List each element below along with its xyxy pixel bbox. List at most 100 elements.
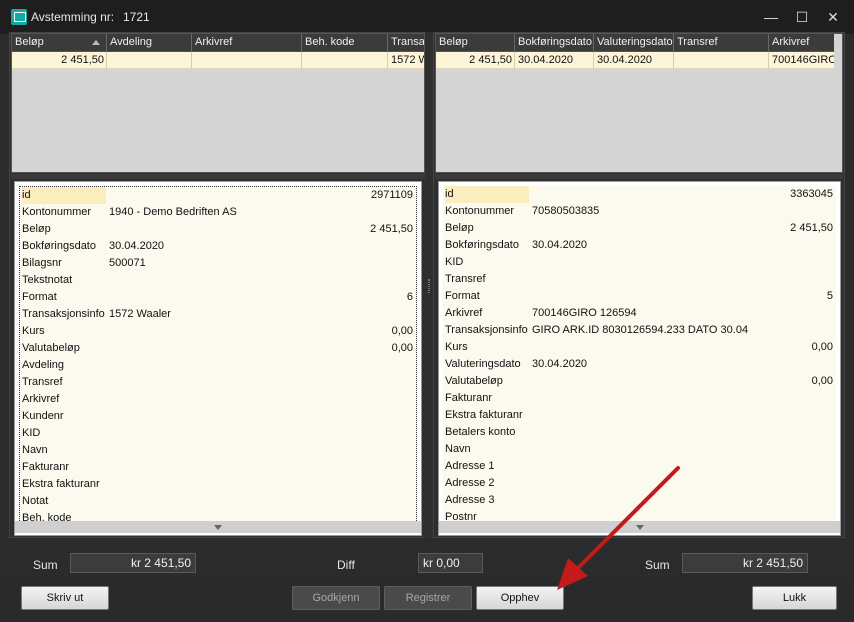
list-item[interactable]: Fakturanr: [443, 390, 836, 407]
close-button[interactable]: Lukk: [752, 586, 837, 610]
left-col-avdeling[interactable]: Avdeling: [107, 34, 192, 52]
list-item[interactable]: Transref: [20, 374, 416, 391]
list-item[interactable]: Kundenr: [20, 408, 416, 425]
button-bar: Skriv ut Godkjenn Registrer Opphev Lukk: [0, 580, 854, 622]
right-detail-panel[interactable]: id 3363045 Kontonummer 70580503835 Beløp 2 45…: [438, 181, 841, 536]
right-horizontal-splitter[interactable]: [435, 174, 843, 179]
left-detail-panel[interactable]: id 2971109 Kontonummer 1940 - Demo Bedrifte…: [14, 181, 422, 536]
list-item[interactable]: Avdeling: [20, 357, 416, 374]
property-label: Kurs: [445, 341, 468, 353]
list-item[interactable]: KID: [443, 254, 836, 271]
property-label: Navn: [445, 443, 471, 455]
list-item[interactable]: id 2971109: [20, 187, 416, 204]
right-col-arkivref[interactable]: Arkivref: [769, 34, 836, 52]
property-value: 70580503835: [532, 205, 600, 217]
property-value: 0,00: [811, 341, 833, 353]
property-label: Fakturanr: [445, 392, 493, 404]
list-item[interactable]: Bokføringsdato 30.04.2020: [20, 238, 416, 255]
list-item[interactable]: KID: [20, 425, 416, 442]
splitter-grip-icon[interactable]: [428, 279, 430, 293]
right-grid-header: Beløp Bokføringsdato Valuteringsdato Tra…: [436, 34, 836, 52]
list-item[interactable]: Adresse 2: [443, 475, 836, 492]
list-item[interactable]: Adresse 3: [443, 492, 836, 509]
left-col-transaksjon[interactable]: Transak: [388, 34, 424, 52]
approve-button[interactable]: Godkjenn: [292, 586, 380, 610]
list-item[interactable]: Beløp 2 451,50: [443, 220, 836, 237]
print-button[interactable]: Skriv ut: [21, 586, 109, 610]
property-label: Beløp: [445, 222, 474, 234]
minimize-icon[interactable]: —: [760, 6, 782, 28]
left-col-arkivref[interactable]: Arkivref: [192, 34, 302, 52]
property-label: Valuteringsdato: [445, 358, 521, 370]
chevron-down-icon[interactable]: [635, 525, 644, 530]
diff-value: kr 0,00: [418, 553, 483, 573]
list-item[interactable]: Valutabeløp 0,00: [443, 373, 836, 390]
list-item[interactable]: Valuteringsdato 30.04.2020: [443, 356, 836, 373]
property-label: Adresse 1: [445, 460, 495, 472]
list-item[interactable]: Format 5: [443, 288, 836, 305]
list-item[interactable]: Ekstra fakturanr: [443, 407, 836, 424]
list-item[interactable]: Transref: [443, 271, 836, 288]
property-label: Valutabeløp: [22, 342, 80, 354]
list-item[interactable]: Transaksjonsinfo GIRO ARK.ID 8030126594.2…: [443, 322, 836, 339]
left-horizontal-splitter[interactable]: [11, 174, 425, 179]
right-grid-scrollbar[interactable]: [834, 34, 842, 172]
list-item[interactable]: Kontonummer 1940 - Demo Bedriften AS: [20, 204, 416, 221]
property-label: Valutabeløp: [445, 375, 503, 387]
right-transactions-grid[interactable]: Beløp Bokføringsdato Valuteringsdato Tra…: [435, 33, 843, 173]
right-cell-transref: [674, 52, 769, 68]
list-item[interactable]: Valutabeløp 0,00: [20, 340, 416, 357]
close-icon[interactable]: ✕: [822, 6, 844, 28]
maximize-icon[interactable]: ☐: [791, 6, 813, 28]
list-item[interactable]: Tekstnotat: [20, 272, 416, 289]
list-item[interactable]: Adresse 1: [443, 458, 836, 475]
left-col-belop[interactable]: Beløp: [12, 34, 107, 52]
list-item[interactable]: Bilagsnr 500071: [20, 255, 416, 272]
list-item[interactable]: Navn: [20, 442, 416, 459]
property-value: 5: [826, 290, 833, 302]
left-cell-beh-kode: [302, 52, 388, 68]
list-item[interactable]: Navn: [443, 441, 836, 458]
list-item[interactable]: id 3363045: [443, 186, 836, 203]
property-label: Kontonummer: [22, 206, 92, 218]
sum-value-right: kr 2 451,50: [682, 553, 808, 573]
right-detail-scrollbar[interactable]: [439, 521, 840, 533]
list-item[interactable]: Kurs 0,00: [20, 323, 416, 340]
right-cell-belop: 2 451,50: [436, 52, 515, 68]
register-button[interactable]: Registrer: [384, 586, 472, 610]
property-label: id: [22, 187, 106, 204]
left-grid-header: Beløp Avdeling Arkivref Beh. kode Transa…: [12, 34, 424, 52]
list-item[interactable]: Format 6: [20, 289, 416, 306]
table-row[interactable]: 2 451,50 1572 W: [12, 52, 424, 69]
list-item[interactable]: Fakturanr: [20, 459, 416, 476]
property-value: GIRO ARK.ID 8030126594.233 DATO 30.04: [532, 324, 749, 336]
left-cell-avdeling: [107, 52, 192, 68]
list-item[interactable]: Bokføringsdato 30.04.2020: [443, 237, 836, 254]
list-item[interactable]: Ekstra fakturanr: [20, 476, 416, 493]
right-col-transref[interactable]: Transref: [674, 34, 769, 52]
right-detail-list: id 3363045 Kontonummer 70580503835 Beløp 2 45…: [443, 186, 836, 531]
right-col-belop[interactable]: Beløp: [436, 34, 515, 52]
list-item[interactable]: Kontonummer 70580503835: [443, 203, 836, 220]
list-item[interactable]: Kurs 0,00: [443, 339, 836, 356]
left-transactions-grid[interactable]: Beløp Avdeling Arkivref Beh. kode Transa…: [11, 33, 425, 173]
left-cell-arkivref: [192, 52, 302, 68]
list-item[interactable]: Transaksjonsinfo 1572 Waaler: [20, 306, 416, 323]
property-value: 700146GIRO 126594: [532, 307, 637, 319]
property-label: Kundenr: [22, 410, 64, 422]
list-item[interactable]: Beløp 2 451,50: [20, 221, 416, 238]
left-col-beh-kode[interactable]: Beh. kode: [302, 34, 388, 52]
list-item[interactable]: Notat: [20, 493, 416, 510]
list-item[interactable]: Arkivref 700146GIRO 126594: [443, 305, 836, 322]
right-col-valuteringsdato[interactable]: Valuteringsdato: [594, 34, 674, 52]
property-label: Beløp: [22, 223, 51, 235]
chevron-down-icon[interactable]: [214, 525, 222, 530]
list-item[interactable]: Arkivref: [20, 391, 416, 408]
left-detail-scrollbar[interactable]: [15, 521, 421, 533]
sum-label-left: Sum: [33, 558, 58, 572]
list-item[interactable]: Betalers konto: [443, 424, 836, 441]
cancel-button[interactable]: Opphev: [476, 586, 564, 610]
right-col-bokforingsdato[interactable]: Bokføringsdato: [515, 34, 594, 52]
property-label: Bokføringsdato: [445, 239, 519, 251]
table-row[interactable]: 2 451,50 30.04.2020 30.04.2020 700146GIR…: [436, 52, 836, 69]
